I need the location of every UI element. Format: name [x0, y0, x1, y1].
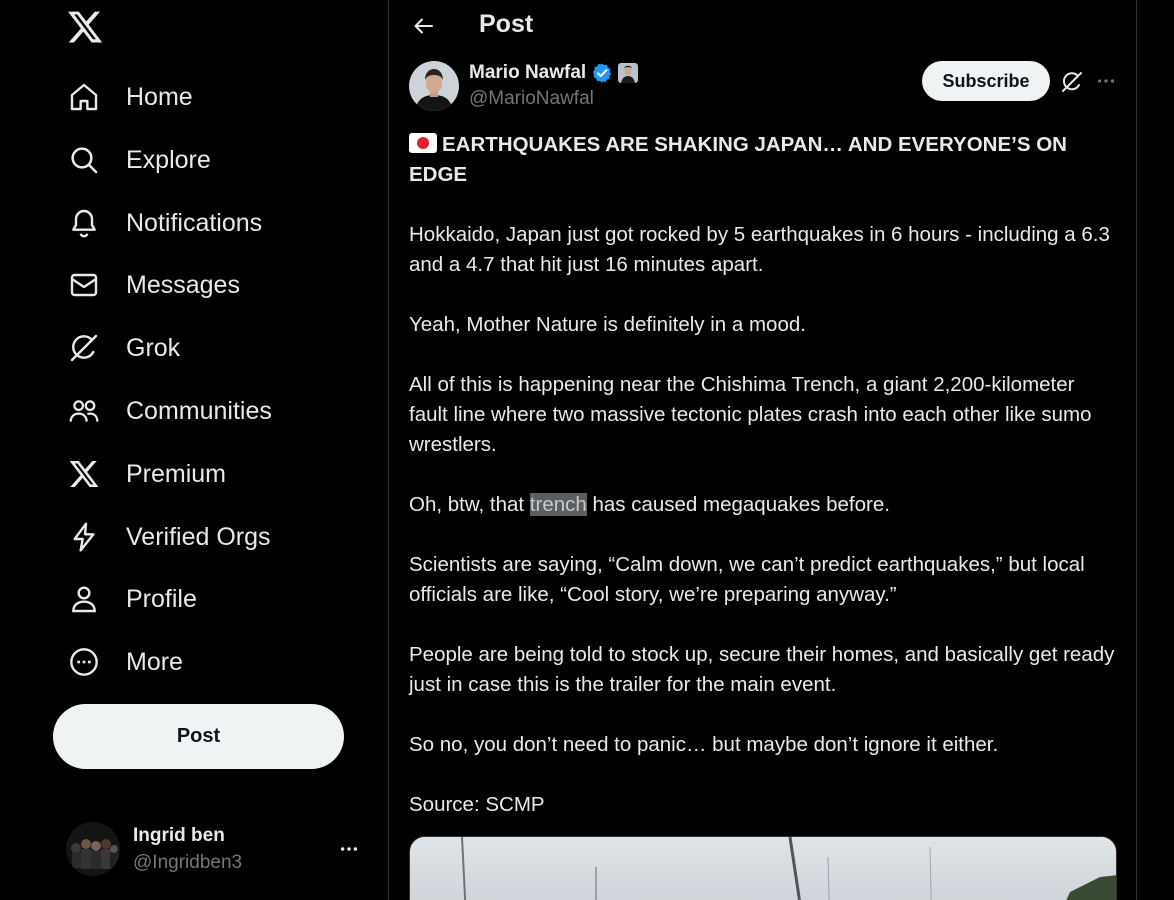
account-name: Ingrid ben — [133, 824, 225, 846]
nav-label: Messages — [126, 270, 240, 299]
nav-label: Verified Orgs — [126, 522, 271, 551]
tweet-paragraph: All of this is happening near the Chishi… — [409, 373, 1092, 456]
tweet-paragraph: Scientists are saying, “Calm down, we ca… — [409, 553, 1085, 606]
text-segment: Oh, btw, that — [409, 493, 530, 516]
communities-icon — [66, 393, 102, 429]
tweet-paragraph: Oh, btw, that trench has caused megaquak… — [409, 490, 1117, 520]
more-circle-icon — [66, 644, 102, 680]
verified-badge-icon[interactable] — [591, 62, 613, 84]
nav-notifications[interactable]: Notifications — [66, 198, 262, 248]
nav-premium[interactable]: Premium — [66, 449, 226, 499]
tweet-paragraph: So no, you don’t need to panic… but mayb… — [409, 733, 999, 756]
nav-grok[interactable]: Grok — [66, 323, 180, 373]
grok-icon — [66, 330, 102, 366]
affiliate-badge-icon[interactable] — [618, 63, 639, 83]
more-horizontal-icon[interactable] — [1091, 67, 1121, 95]
text-segment: has caused megaquakes before. — [586, 493, 890, 516]
nav-label: Explore — [126, 145, 211, 174]
subscribe-button[interactable]: Subscribe — [922, 61, 1050, 101]
avatar — [66, 822, 120, 876]
search-icon — [66, 142, 102, 178]
tweet-headline: EARTHQUAKES ARE SHAKING JAPAN… AND EVERY… — [409, 133, 1067, 186]
japan-flag-icon — [409, 133, 437, 153]
nav-profile[interactable]: Profile — [66, 574, 197, 624]
account-switcher[interactable]: Ingrid ben @Ingridben3 — [66, 822, 366, 876]
sidebar: Home Explore Notifications Messages Grok… — [0, 0, 388, 900]
tweet-paragraph: People are being told to stock up, secur… — [409, 643, 1115, 696]
post-button[interactable]: Post — [53, 704, 344, 769]
nav-messages[interactable]: Messages — [66, 260, 240, 310]
nav-home[interactable]: Home — [66, 72, 193, 122]
nav-more[interactable]: More — [66, 637, 183, 687]
bell-icon — [66, 205, 102, 241]
nav-label: Profile — [126, 584, 197, 613]
x-logo-icon[interactable] — [66, 8, 104, 46]
tweet-paragraph: Hokkaido, Japan just got rocked by 5 ear… — [409, 223, 1110, 276]
page-title: Post — [479, 10, 534, 38]
nav-label: More — [126, 647, 183, 676]
nav-label: Grok — [126, 333, 181, 362]
more-horizontal-icon[interactable] — [332, 834, 366, 864]
lightning-icon — [66, 519, 102, 555]
nav-label: Notifications — [126, 208, 263, 237]
author-handle[interactable]: @MarioNawfal — [469, 88, 594, 110]
nav-label: Premium — [126, 459, 227, 488]
x-logo-icon — [66, 456, 102, 492]
tweet-image[interactable] — [409, 836, 1117, 900]
tweet-paragraph: Source: SCMP — [409, 793, 545, 816]
nav-verified-orgs[interactable]: Verified Orgs — [66, 512, 271, 562]
author-name[interactable]: Mario Nawfal — [469, 62, 586, 84]
post-detail-column: Post Mario Nawfal @MarioNawfal Subscribe… — [388, 0, 1137, 900]
home-icon — [66, 79, 102, 115]
tweet-paragraph: Yeah, Mother Nature is definitely in a m… — [409, 313, 806, 336]
account-handle: @Ingridben3 — [133, 851, 243, 873]
nav-communities[interactable]: Communities — [66, 386, 272, 436]
envelope-icon — [66, 267, 102, 303]
author-avatar[interactable] — [409, 61, 459, 111]
nav-label: Home — [126, 82, 193, 111]
grok-icon[interactable] — [1059, 69, 1085, 95]
tweet-body: EARTHQUAKES ARE SHAKING JAPAN… AND EVERY… — [409, 130, 1117, 820]
person-icon — [66, 581, 102, 617]
text-selection: trench — [529, 493, 587, 516]
nav-explore[interactable]: Explore — [66, 135, 211, 185]
back-arrow-icon[interactable] — [406, 8, 442, 44]
nav-label: Communities — [126, 396, 272, 425]
